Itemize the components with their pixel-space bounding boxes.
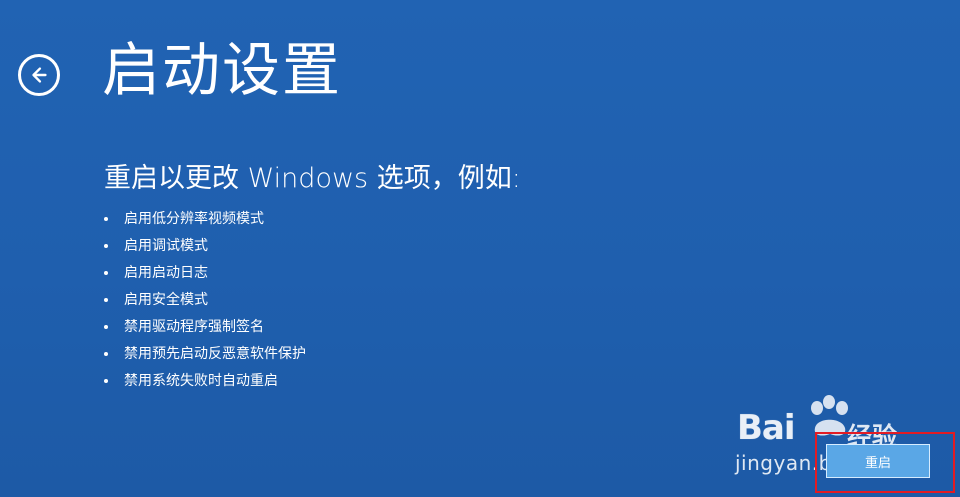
bullet-icon xyxy=(104,298,108,302)
option-label: 启用安全模式 xyxy=(124,292,208,308)
startup-options-list: 启用低分辨率视频模式 启用调试模式 启用启动日志 启用安全模式 禁用驱动程序强制… xyxy=(104,208,306,397)
option-label: 启用调试模式 xyxy=(124,238,208,254)
list-item: 启用调试模式 xyxy=(104,235,306,262)
back-arrow-icon xyxy=(32,67,47,83)
restart-button[interactable]: 重启 xyxy=(826,444,930,478)
paw-icon xyxy=(811,395,848,436)
list-item: 启用低分辨率视频模式 xyxy=(104,208,306,235)
bullet-icon xyxy=(104,325,108,329)
page-title: 启动设置 xyxy=(102,36,343,104)
bullet-icon xyxy=(104,352,108,356)
option-label: 禁用预先启动反恶意软件保护 xyxy=(124,346,306,362)
bullet-icon xyxy=(104,217,108,221)
restart-instructions: 重启以更改 Windows 选项，例如: xyxy=(104,163,521,194)
option-label: 启用启动日志 xyxy=(124,265,208,281)
list-item: 禁用驱动程序强制签名 xyxy=(104,316,306,343)
list-item: 禁用系统失败时自动重启 xyxy=(104,370,306,397)
watermark-brand: Bai xyxy=(737,408,796,448)
bullet-icon xyxy=(104,271,108,275)
bullet-icon xyxy=(104,379,108,383)
option-label: 禁用系统失败时自动重启 xyxy=(124,373,278,389)
list-item: 启用启动日志 xyxy=(104,262,306,289)
bullet-icon xyxy=(104,244,108,248)
option-label: 禁用驱动程序强制签名 xyxy=(124,319,264,335)
option-label: 启用低分辨率视频模式 xyxy=(124,211,264,227)
list-item: 启用安全模式 xyxy=(104,289,306,316)
back-button[interactable] xyxy=(18,54,60,96)
startup-settings-screen: 启动设置 重启以更改 Windows 选项，例如: 启用低分辨率视频模式 启用调… xyxy=(0,0,960,497)
list-item: 禁用预先启动反恶意软件保护 xyxy=(104,343,306,370)
